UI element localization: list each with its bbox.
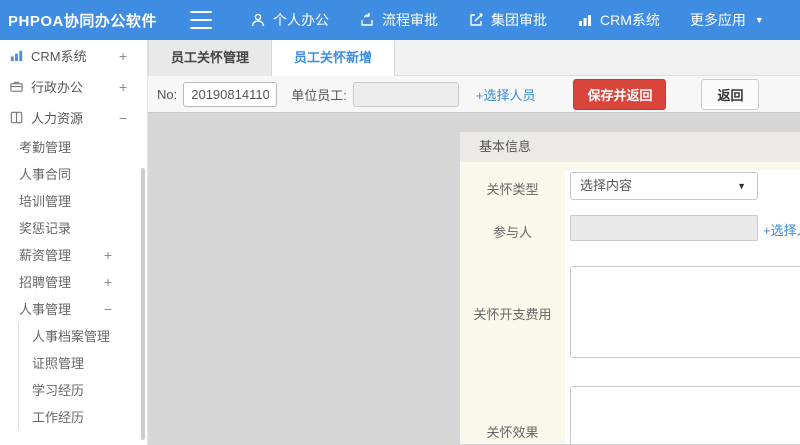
- sidebar-item-label: 工作经历: [32, 410, 85, 425]
- sidebar-item-personnel-files[interactable]: 人事档案管理: [0, 322, 147, 349]
- top-nav-menu: 个人办公 流程审批 集团审批 CRM系统 更多应用 ▼: [250, 10, 764, 30]
- collapse-toggle-icon[interactable]: −: [119, 110, 127, 126]
- nav-item-personal-office[interactable]: 个人办公: [250, 10, 329, 30]
- care-type-label: 关怀类型: [486, 182, 539, 197]
- participant-select-link[interactable]: +选择人员: [763, 220, 800, 239]
- sidebar-item-label: 人力资源: [31, 111, 84, 126]
- bar-chart-icon: [8, 48, 24, 64]
- sidebar: CRM系统 + 行政办公 + 人力资源 − 考勤管理 人事合同 培训管理 奖惩记…: [0, 40, 148, 445]
- sidebar-item-label: CRM系统: [31, 49, 87, 64]
- panel-title: 基本信息: [460, 132, 800, 162]
- main-area: 员工关怀管理 员工关怀新增 No: 单位员工: +选择人员 保存并返回 返回 基…: [148, 40, 800, 445]
- sidebar-item-label: 学习经历: [32, 383, 85, 398]
- sidebar-item-label: 人事管理: [19, 302, 72, 317]
- nav-item-label: 个人办公: [273, 12, 329, 28]
- caret-down-icon: ▼: [737, 181, 746, 191]
- care-type-select-value: 选择内容: [580, 178, 633, 193]
- expand-toggle-icon[interactable]: +: [119, 79, 127, 95]
- bar-chart-icon: [577, 12, 593, 28]
- back-button[interactable]: 返回: [701, 78, 760, 110]
- book-icon: [8, 110, 24, 126]
- nav-item-group-approval[interactable]: 集团审批: [468, 10, 547, 30]
- app-window: PHPOA协同办公软件 个人办公 流程审批 集团审批 CRM系统 更多应用 ▼ …: [0, 0, 800, 445]
- sidebar-item-certificates[interactable]: 证照管理: [0, 349, 147, 376]
- participant-label: 参与人: [492, 225, 532, 240]
- panel-body: 关怀类型 选择内容 ▼ 参与人 +选择人员 关怀开支费用 关怀效果: [460, 162, 800, 444]
- employee-input[interactable]: [352, 81, 459, 107]
- app-logo: PHPOA协同办公软件: [8, 12, 157, 30]
- top-navbar: PHPOA协同办公软件 个人办公 流程审批 集团审批 CRM系统 更多应用 ▼: [0, 0, 800, 40]
- no-label: No:: [157, 86, 178, 102]
- nav-item-label: CRM系统: [600, 12, 660, 28]
- nav-item-label: 流程审批: [382, 12, 438, 28]
- sidebar-item-label: 招聘管理: [19, 275, 72, 290]
- basic-info-panel: 基本信息 关怀类型 选择内容 ▼ 参与人 +选择人员 关怀开支费用: [460, 132, 800, 444]
- nav-item-label: 集团审批: [491, 12, 547, 28]
- expand-toggle-icon[interactable]: +: [119, 48, 127, 64]
- sidebar-item-label: 行政办公: [31, 80, 84, 95]
- content-area: 基本信息 关怀类型 选择内容 ▼ 参与人 +选择人员 关怀开支费用: [148, 113, 800, 444]
- sidebar-item-work-history[interactable]: 工作经历: [0, 403, 147, 430]
- hamburger-menu-icon[interactable]: [190, 11, 212, 29]
- sidebar-scrollbar[interactable]: [141, 168, 145, 440]
- nav-item-workflow-approval[interactable]: 流程审批: [359, 10, 438, 30]
- tab-employee-care-management[interactable]: 员工关怀管理: [148, 40, 273, 76]
- expense-textarea[interactable]: [570, 266, 800, 358]
- effect-label: 关怀效果: [486, 425, 539, 440]
- sidebar-item-hr-contract[interactable]: 人事合同: [0, 160, 147, 187]
- sidebar-item-admin-office[interactable]: 行政办公 +: [0, 71, 147, 102]
- care-type-select[interactable]: 选择内容 ▼: [570, 172, 758, 200]
- participant-input[interactable]: [570, 215, 758, 241]
- expand-toggle-icon[interactable]: +: [104, 247, 112, 263]
- sidebar-item-education-history[interactable]: 学习经历: [0, 376, 147, 403]
- sidebar-item-label: 奖惩记录: [19, 221, 72, 236]
- no-input[interactable]: [183, 81, 278, 107]
- sidebar-item-rewards[interactable]: 奖惩记录: [0, 214, 147, 241]
- caret-down-icon: ▼: [754, 15, 764, 25]
- sidebar-item-salary[interactable]: 薪资管理 +: [0, 241, 147, 268]
- sidebar-item-crm[interactable]: CRM系统 +: [0, 40, 147, 71]
- expand-toggle-icon[interactable]: +: [104, 274, 112, 290]
- employee-label: 单位员工:: [291, 87, 347, 103]
- sidebar-item-label: 考勤管理: [19, 140, 72, 155]
- tab-employee-care-new[interactable]: 员工关怀新增: [272, 40, 396, 76]
- sidebar-item-hr[interactable]: 人力资源 −: [0, 102, 147, 133]
- share-arrow-icon: [359, 12, 375, 28]
- collapse-toggle-icon[interactable]: −: [104, 301, 112, 317]
- sidebar-item-label: 人事档案管理: [32, 329, 111, 344]
- expense-label: 关怀开支费用: [473, 307, 552, 322]
- sidebar-item-label: 证照管理: [32, 356, 85, 371]
- nav-item-more-apps[interactable]: 更多应用 ▼: [690, 10, 764, 30]
- sidebar-item-attendance[interactable]: 考勤管理: [0, 133, 147, 160]
- edit-icon: [468, 12, 484, 28]
- sidebar-item-label: 人事合同: [19, 167, 72, 182]
- nav-item-label: 更多应用: [689, 12, 746, 28]
- select-person-link[interactable]: +选择人员: [476, 85, 536, 104]
- briefcase-icon: [8, 79, 24, 95]
- user-icon: [250, 12, 266, 28]
- sidebar-item-label: 培训管理: [19, 194, 72, 209]
- sidebar-item-recruiting[interactable]: 招聘管理 +: [0, 268, 147, 295]
- save-and-return-button[interactable]: 保存并返回: [573, 78, 667, 110]
- sidebar-item-personnel[interactable]: 人事管理 −: [0, 295, 147, 322]
- nav-item-crm-system[interactable]: CRM系统: [577, 10, 660, 30]
- tab-bar: 员工关怀管理 员工关怀新增: [148, 40, 800, 76]
- effect-textarea[interactable]: [570, 386, 800, 444]
- sidebar-item-training[interactable]: 培训管理: [0, 187, 147, 214]
- toolbar: No: 单位员工: +选择人员 保存并返回 返回: [148, 76, 800, 113]
- sidebar-item-label: 薪资管理: [19, 248, 72, 263]
